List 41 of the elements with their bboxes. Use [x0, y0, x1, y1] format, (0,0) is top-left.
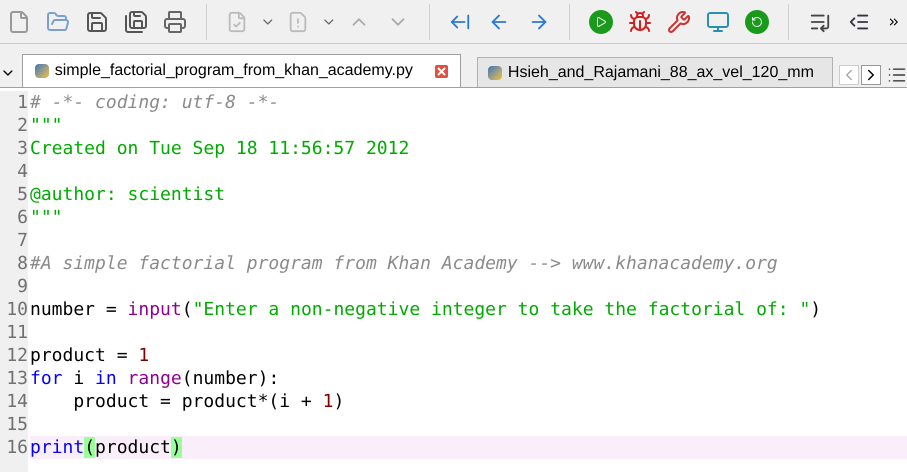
- line-number: 3: [17, 140, 28, 158]
- line-number: 10: [6, 300, 28, 318]
- code-line: number = input("Enter a non-negative integer to take the factorial of: "): [30, 298, 822, 320]
- code-line: for i in range(number):: [30, 368, 280, 390]
- floppy-disks-icon: [124, 10, 148, 34]
- line-number: 9: [17, 278, 28, 296]
- checked-page-icon: [226, 10, 248, 32]
- code-line: product = product*(i + 1): [72, 390, 344, 412]
- code-line: print(product): [30, 436, 182, 458]
- warning-page-icon: [287, 10, 310, 32]
- line-number: 11: [6, 324, 28, 342]
- code-line: """: [30, 206, 63, 228]
- code-line: @author: scientist: [30, 184, 226, 206]
- code-line: product = 1: [30, 344, 150, 366]
- bug-icon: [628, 10, 652, 34]
- printer-icon: [163, 10, 188, 34]
- line-number: 8: [17, 254, 28, 272]
- tab-label: Hsieh_and_Rajamani_88_ax_vel_120_mm: [508, 62, 814, 82]
- line-number: 7: [17, 232, 28, 250]
- line-number: 16: [6, 438, 28, 456]
- code-line: #A simple factorial program from Khan Academy --> www.khanacademy.org: [30, 252, 778, 274]
- code-line: Created on Tue Sep 18 11:56:57 2012: [30, 138, 410, 160]
- monitor-icon: [706, 10, 730, 34]
- folder-icon: [46, 10, 70, 34]
- tab[interactable]: simple_factorial_program_from_khan_academy.py: [22, 54, 461, 87]
- line-number: 6: [17, 208, 28, 226]
- wrench-icon: [667, 10, 692, 34]
- code-line: """: [30, 114, 63, 136]
- line-number: 1: [17, 94, 28, 112]
- line-number: 2: [17, 116, 28, 134]
- line-number: 12: [6, 346, 28, 364]
- line-number: 4: [17, 162, 28, 180]
- line-number: 13: [6, 370, 28, 388]
- tab[interactable]: Hsieh_and_Rajamani_88_ax_vel_120_mm: [476, 57, 834, 87]
- line-number: 5: [17, 186, 28, 204]
- code-line: # -*- coding: utf-8 -*-: [30, 92, 280, 114]
- scroll-right-icon[interactable]: [861, 65, 882, 85]
- line-number: 14: [6, 392, 28, 410]
- line-number: 15: [6, 416, 28, 434]
- close-icon[interactable]: [434, 64, 448, 78]
- tab-label: simple_factorial_program_from_khan_academy.py: [54, 61, 413, 81]
